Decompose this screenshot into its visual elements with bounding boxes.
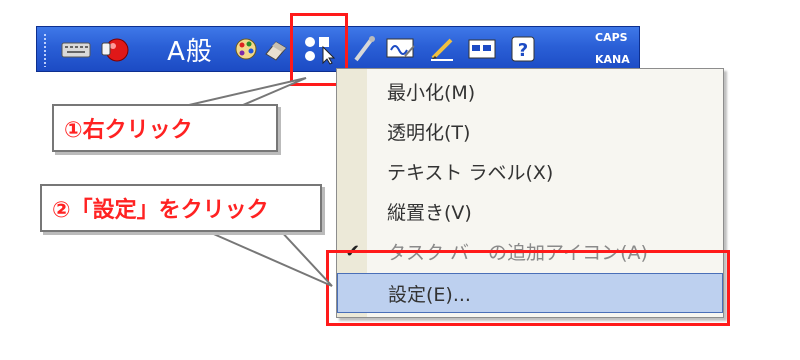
callout-step-2-text: ②「設定」をクリック <box>52 198 269 223</box>
callout-2-pointer <box>199 227 333 287</box>
callout-step-1: ①右クリック <box>52 104 278 152</box>
callout-pointers <box>175 77 333 287</box>
callout-step-2: ②「設定」をクリック <box>40 184 322 232</box>
callout-step-1-text: ①右クリック <box>64 118 193 143</box>
